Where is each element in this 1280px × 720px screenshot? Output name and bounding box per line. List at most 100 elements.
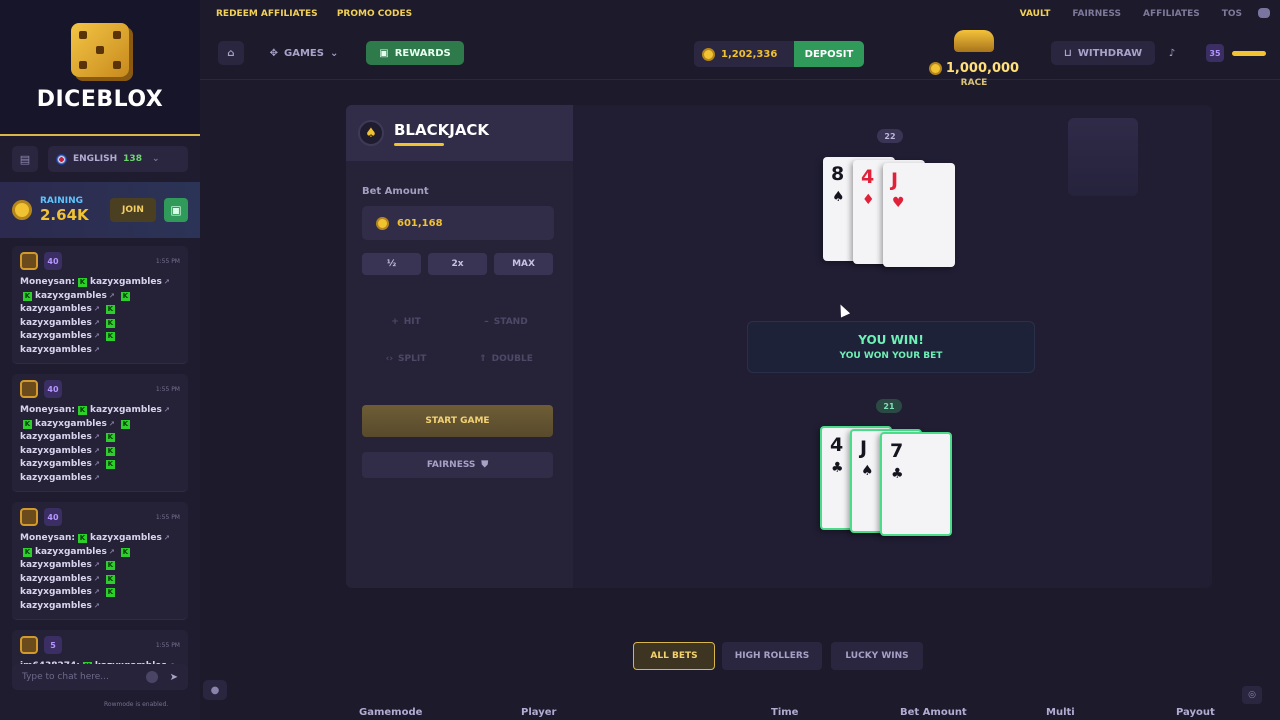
- join-rain-button[interactable]: JOIN: [110, 198, 156, 222]
- coin-icon: [376, 216, 389, 230]
- external-link-icon: ↗: [93, 574, 100, 583]
- mention[interactable]: kazyxgambles: [35, 547, 107, 557]
- mention[interactable]: kazyxgambles: [20, 318, 92, 328]
- kick-icon: K: [120, 291, 130, 301]
- mention[interactable]: kazyxgambles: [20, 560, 92, 570]
- chat-list: 40 1:55 PM Moneysan: Kkazyxgambles ↗ Kkazyxg…: [0, 238, 200, 681]
- double-up-icon: ⇑: [479, 354, 487, 364]
- coin-icon: [928, 62, 942, 75]
- coin-icon: [12, 200, 32, 220]
- user-profile[interactable]: 35: [1206, 41, 1276, 65]
- result-title: YOU WIN!: [858, 333, 924, 347]
- max-bet-button[interactable]: MAX: [494, 253, 553, 275]
- vault-link[interactable]: VAULT: [1020, 9, 1051, 19]
- hit-button[interactable]: + HIT: [358, 311, 454, 333]
- race-amount: 1,000,000: [945, 61, 1020, 76]
- language-select[interactable]: ENGLISH 138 ⌄: [48, 146, 188, 172]
- navbar: ⌂ ✥ GAMES ⌄ ▣ REWARDS 1,202,336 DEPOSIT …: [200, 28, 1280, 88]
- chat-placeholder: Type to chat here...: [22, 672, 109, 682]
- kick-icon: K: [105, 561, 115, 570]
- external-link-icon: ↗: [93, 318, 100, 327]
- kick-icon: K: [105, 305, 115, 314]
- message-text: Moneysan: Kkazyxgambles ↗ Kkazyxgambles ↗ K…: [20, 532, 180, 613]
- external-link-icon: ↗: [108, 419, 115, 428]
- start-game-button[interactable]: START GAME: [362, 405, 553, 437]
- chat-input[interactable]: Type to chat here... ➤: [12, 664, 188, 690]
- avatar[interactable]: [20, 508, 38, 526]
- avatar[interactable]: [20, 252, 38, 270]
- chat-username[interactable]: Moneysan:: [20, 533, 75, 543]
- support-headset-icon[interactable]: ◎: [1242, 686, 1262, 704]
- card-rank: 4: [830, 434, 844, 456]
- mention[interactable]: kazyxgambles: [90, 277, 162, 287]
- mention[interactable]: kazyxgambles: [20, 304, 92, 314]
- tab-all-bets[interactable]: ALL BETS: [633, 642, 715, 670]
- race-trophy-icon: [954, 30, 994, 52]
- affiliates-link[interactable]: AFFILIATES: [1143, 9, 1200, 19]
- chat-username[interactable]: Moneysan:: [20, 277, 75, 287]
- tab-high-rollers[interactable]: HIGH ROLLERS: [722, 642, 822, 670]
- send-icon[interactable]: ➤: [170, 672, 178, 683]
- stand-button[interactable]: – STAND: [458, 311, 554, 333]
- mention[interactable]: kazyxgambles: [20, 473, 92, 483]
- mention[interactable]: kazyxgambles: [35, 419, 107, 429]
- mention[interactable]: kazyxgambles: [20, 459, 92, 469]
- chat-username[interactable]: Moneysan:: [20, 405, 75, 415]
- emoji-icon[interactable]: [145, 671, 158, 683]
- column-time: Time: [771, 707, 799, 718]
- online-count: 138: [123, 154, 142, 164]
- logo[interactable]: DICEBLOX: [0, 0, 200, 136]
- fairness-link[interactable]: FAIRNESS: [1072, 9, 1121, 19]
- mention[interactable]: kazyxgambles: [90, 533, 162, 543]
- mention[interactable]: kazyxgambles: [20, 601, 92, 611]
- discord-icon[interactable]: [1258, 8, 1270, 18]
- mention[interactable]: kazyxgambles: [20, 331, 92, 341]
- mention[interactable]: kazyxgambles: [20, 574, 92, 584]
- home-icon[interactable]: ⌂: [218, 41, 244, 65]
- mention[interactable]: kazyxgambles: [35, 291, 107, 301]
- tab-lucky-wins[interactable]: LUCKY WINS: [831, 642, 923, 670]
- card-suit-icon: ♣: [891, 466, 904, 482]
- leaderboard-icon[interactable]: ▤: [12, 146, 38, 172]
- gift-icon[interactable]: ▣: [164, 198, 188, 222]
- chat-bubble-icon[interactable]: ●: [203, 680, 227, 700]
- cart-icon: ⊔: [1063, 47, 1072, 59]
- bet-amount-input[interactable]: 601,168: [362, 206, 554, 240]
- card-suit-icon: ♠: [832, 189, 845, 205]
- mention[interactable]: kazyxgambles: [20, 587, 92, 597]
- result-subtitle: YOU WON YOUR BET: [839, 351, 943, 361]
- bell-icon[interactable]: ♪: [1162, 41, 1182, 65]
- games-menu[interactable]: ✥ GAMES ⌄: [258, 41, 350, 65]
- avatar[interactable]: [20, 380, 38, 398]
- double-bet-button[interactable]: 2x: [428, 253, 487, 275]
- double-down-button[interactable]: ⇑ DOUBLE: [458, 348, 554, 370]
- player-score: 21: [876, 399, 902, 413]
- half-bet-button[interactable]: ½: [362, 253, 421, 275]
- mention[interactable]: kazyxgambles: [20, 432, 92, 442]
- race-banner[interactable]: 1,000,000 RACE: [928, 30, 1020, 88]
- mention[interactable]: kazyxgambles: [90, 405, 162, 415]
- kick-icon: K: [120, 419, 130, 429]
- deposit-button[interactable]: DEPOSIT: [794, 41, 864, 67]
- kick-icon: K: [23, 547, 32, 557]
- fairness-button[interactable]: FAIRNESS ⛊: [362, 452, 553, 478]
- games-label: GAMES: [284, 47, 324, 59]
- split-button[interactable]: ‹› SPLIT: [358, 348, 454, 370]
- bet-controls: ♠ BLACKJACK Bet Amount 601,168 ½ 2x MAX …: [346, 105, 573, 588]
- tos-link[interactable]: TOS: [1222, 9, 1242, 19]
- rain-label: RAINING: [40, 196, 84, 206]
- card-suit-icon: ♥: [892, 195, 905, 211]
- external-link-icon: ↗: [93, 588, 100, 596]
- title-underline: [394, 142, 444, 146]
- promo-codes-link[interactable]: PROMO CODES: [337, 9, 412, 19]
- user-level-badge: 35: [1206, 44, 1224, 62]
- column-payout: Payout: [1176, 707, 1215, 718]
- redeem-affiliates-link[interactable]: REDEEM AFFILIATES: [216, 9, 318, 19]
- hit-label: HIT: [403, 317, 421, 327]
- kick-icon: K: [23, 291, 32, 301]
- mention[interactable]: kazyxgambles: [20, 345, 92, 355]
- avatar[interactable]: [20, 636, 38, 654]
- rewards-button[interactable]: ▣ REWARDS: [366, 41, 464, 65]
- withdraw-button[interactable]: ⊔ WITHDRAW: [1051, 41, 1155, 65]
- mention[interactable]: kazyxgambles: [20, 446, 92, 456]
